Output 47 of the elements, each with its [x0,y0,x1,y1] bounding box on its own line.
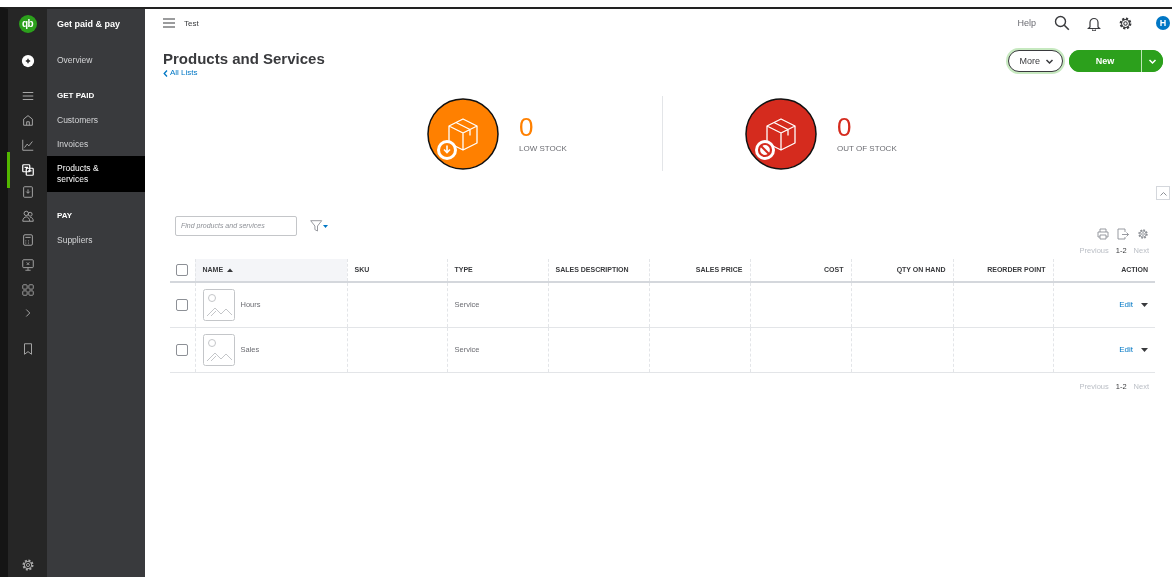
help-link[interactable]: Help [1017,18,1036,28]
settings-icon[interactable] [20,558,35,572]
nav-section-heading: PAY [56,210,74,222]
stat-label: OUT OF STOCK [837,144,897,153]
grid-icon[interactable] [20,283,35,297]
search-icon[interactable] [1054,15,1070,31]
nav-item[interactable]: Invoices [47,132,145,156]
line-chart-icon[interactable] [20,138,35,152]
checkbox[interactable] [176,343,188,356]
menu-icon[interactable] [20,89,35,103]
page-title: Products and Services [163,50,325,68]
nav-section-heading: GET PAID [56,90,96,102]
export-icon[interactable] [1117,227,1129,240]
products-icon[interactable] [20,163,35,177]
calculator-icon[interactable] [20,233,35,247]
nav-item[interactable]: Customers [47,108,145,132]
stat-count: 0 [519,114,535,140]
stat-count: 0 [837,114,853,140]
nav-item[interactable]: Overview [47,48,145,72]
nav-title: Get paid & pay [56,18,121,31]
more-button[interactable]: More [1008,50,1063,72]
caret-down-icon[interactable] [1141,302,1148,307]
back-link[interactable]: All Lists [163,68,198,78]
sort-arrow-icon[interactable] [227,268,234,273]
chevron-left-icon [163,69,168,77]
monitor-icon[interactable] [20,258,35,272]
nav-item[interactable]: Products & services [47,156,145,192]
stat-label: LOW STOCK [519,144,567,153]
bell-icon[interactable] [1087,15,1101,31]
document-icon[interactable] [20,185,35,199]
avatar[interactable]: H [1156,16,1170,30]
plus-icon[interactable] [20,54,35,68]
chevron-up-icon [1159,190,1167,196]
checkbox[interactable] [176,298,188,311]
checkbox[interactable] [176,263,188,276]
image-placeholder-icon [202,333,235,366]
home-icon[interactable] [20,113,35,127]
new-dropdown-button[interactable] [1141,50,1163,72]
image-placeholder-icon [202,288,235,321]
filter-icon[interactable] [310,219,328,232]
caret-down-icon[interactable] [1141,347,1148,352]
people-icon[interactable] [20,209,35,223]
edit-link[interactable]: Edit [1119,300,1133,309]
nav-item[interactable]: Suppliers [47,228,145,252]
settings-icon[interactable] [1118,15,1133,31]
company-name: Test [184,18,199,28]
edit-link[interactable]: Edit [1119,345,1133,354]
